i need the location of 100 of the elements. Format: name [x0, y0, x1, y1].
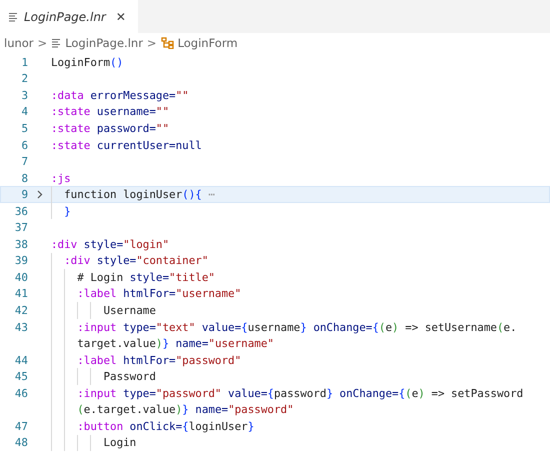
line-number: 4	[21, 105, 28, 118]
code-attribute: style=	[82, 238, 124, 251]
code-paren: )	[392, 320, 399, 334]
code-text: => setUsername	[404, 320, 497, 334]
line-number: 41	[14, 287, 28, 300]
code-text: Password	[102, 370, 156, 384]
line-number: 45	[14, 370, 28, 384]
code-paren: )	[418, 386, 425, 400]
code-bracket: }	[63, 204, 71, 218]
code-text: password	[274, 386, 326, 400]
code-keyword: :label	[76, 354, 117, 367]
line-number: 48	[14, 436, 28, 450]
code-attribute: onClick=	[128, 420, 182, 433]
editor-tab[interactable]: LoginPage.lnr ✕	[0, 0, 138, 33]
code-keyword: :data	[51, 88, 84, 102]
code-attribute: currentUser=null	[96, 138, 202, 152]
code-attribute: value=	[200, 320, 242, 334]
line-number: 36	[14, 204, 28, 218]
code-keyword: :div	[51, 238, 78, 251]
code-bracket: }	[182, 403, 189, 416]
breadcrumb-separator: >	[146, 36, 157, 50]
code-text: function loginUser	[63, 188, 182, 202]
line-number: 44	[14, 354, 28, 367]
code-attribute: style=	[130, 270, 170, 284]
code-string: "username"	[208, 337, 274, 350]
tab-label: LoginPage.lnr	[24, 10, 106, 24]
line-number: 9	[21, 188, 28, 202]
code-keyword: :label	[76, 287, 117, 300]
code-keyword: :div	[63, 254, 90, 268]
code-string: "title"	[169, 270, 215, 284]
line-number: 47	[14, 420, 28, 433]
code-text: # Login	[76, 270, 124, 284]
code-string: "text"	[156, 320, 196, 334]
code-keyword: :state	[51, 122, 90, 135]
breadcrumb-item[interactable]: lunor	[4, 36, 34, 50]
line-number: 5	[21, 122, 28, 135]
line-number: 8	[21, 172, 28, 185]
file-lines-icon	[8, 12, 18, 22]
code-text: e	[385, 320, 392, 334]
code-attribute: name=	[174, 337, 208, 350]
line-number: 39	[14, 254, 28, 268]
code-string: "password"	[228, 403, 294, 416]
code-bracket: }	[162, 337, 170, 350]
code-bracket: {	[267, 386, 274, 400]
close-button[interactable]: ✕	[116, 10, 126, 24]
chevron-right-icon[interactable]	[36, 190, 42, 200]
line-number: 7	[21, 155, 28, 168]
line-number: 6	[21, 138, 28, 152]
code-bracket: (){	[182, 188, 202, 202]
folded-ellipsis: ⋯	[207, 188, 215, 202]
code-paren: )	[176, 403, 182, 416]
code-attribute: onChange=	[338, 386, 399, 400]
code-bracket: }	[248, 420, 254, 433]
line-number: 43	[14, 320, 28, 334]
code-bracket: }	[326, 386, 333, 400]
code-string: "password"	[156, 386, 222, 400]
code-text: Login	[102, 436, 136, 450]
code-text: target.value	[76, 337, 156, 350]
code-attribute: onChange=	[312, 320, 372, 334]
code-text: e	[412, 386, 418, 400]
symbol-structure-icon	[160, 37, 174, 49]
code-attribute: errorMessage=	[89, 88, 176, 102]
code-paren: )	[156, 337, 162, 350]
code-text: Username	[102, 304, 156, 317]
code-keyword: :button	[76, 420, 124, 433]
code-attribute: password=	[96, 122, 156, 135]
line-number: 37	[14, 221, 28, 234]
code-paren: (	[76, 403, 84, 416]
code-attribute: htmlFor=	[122, 354, 176, 367]
code-string: "password"	[176, 354, 242, 367]
code-bracket: ()	[110, 56, 124, 69]
code-bracket: {	[398, 386, 406, 400]
code-keyword: :state	[51, 105, 90, 118]
code-string: "container"	[136, 254, 208, 268]
code-attribute: username=	[96, 105, 156, 118]
code-keyword: :js	[51, 172, 71, 185]
code-string: ""	[156, 122, 170, 135]
breadcrumb-separator: >	[38, 36, 48, 50]
line-number: 40	[14, 270, 28, 284]
line-number: 3	[21, 88, 28, 102]
code-attribute: value=	[227, 386, 268, 400]
code-bracket: {	[241, 320, 248, 334]
breadcrumb-item[interactable]: LoginPage.lnr	[65, 36, 143, 50]
breadcrumb-item[interactable]: LoginForm	[178, 36, 238, 50]
code-keyword: :state	[51, 138, 90, 152]
code-attribute: style=	[96, 254, 136, 268]
code-attribute: htmlFor=	[122, 287, 176, 300]
line-number: 1	[21, 56, 28, 69]
code-paren: (	[496, 320, 504, 334]
code-text: LoginForm	[51, 56, 110, 69]
code-text: e.	[504, 320, 517, 334]
code-string: ""	[176, 88, 189, 102]
line-number: 46	[14, 386, 28, 400]
code-keyword: :input	[76, 386, 117, 400]
code-attribute: name=	[194, 403, 228, 416]
code-bracket: {	[372, 320, 379, 334]
code-text: => setPassword	[430, 386, 524, 400]
line-number: 38	[14, 238, 28, 251]
code-text: e.target.value	[84, 403, 176, 416]
code-string: "username"	[176, 287, 242, 300]
